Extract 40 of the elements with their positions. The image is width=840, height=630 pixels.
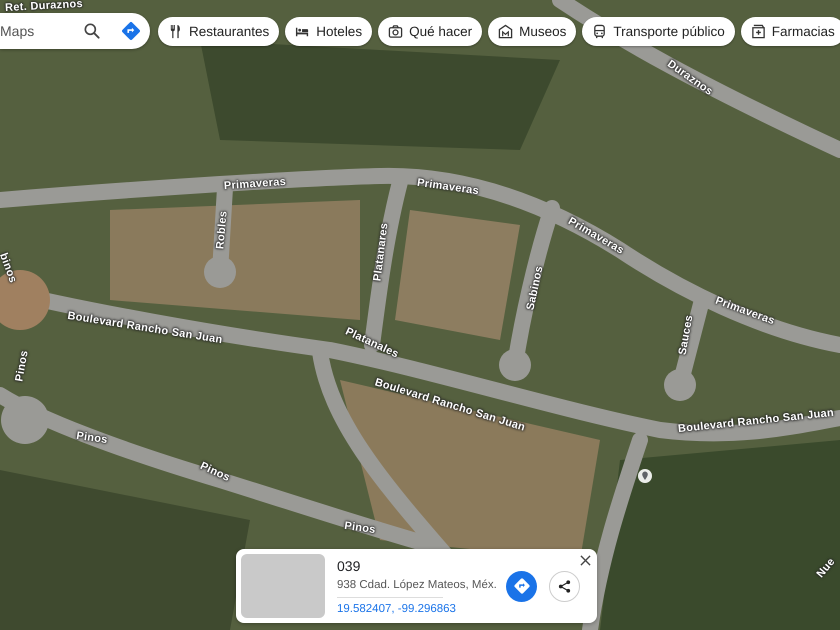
street-label: Primaveras xyxy=(224,176,286,192)
street-label: Pinos xyxy=(344,520,376,536)
category-chip[interactable]: Transporte público xyxy=(582,16,735,46)
category-chip[interactable]: Hoteles xyxy=(285,16,372,46)
cul-de-sac xyxy=(664,369,696,401)
cul-de-sac xyxy=(499,349,531,381)
close-icon xyxy=(580,555,591,566)
roundabout xyxy=(1,396,49,444)
cul-de-sac xyxy=(204,256,236,288)
museum-icon xyxy=(498,24,514,38)
share-icon xyxy=(557,578,572,594)
category-chip[interactable]: Museos xyxy=(488,16,576,46)
street-label: binos xyxy=(0,251,19,285)
category-chip[interactable]: Restaurantes xyxy=(158,16,280,46)
street-label: Ret. Duraznos xyxy=(4,0,84,14)
category-chip[interactable]: Qué hacer xyxy=(378,16,482,46)
search-field[interactable]: Maps xyxy=(0,23,78,39)
street-label: Nue xyxy=(814,556,838,580)
directions-button[interactable] xyxy=(506,570,537,602)
street-label: Boulevard Rancho San Juan xyxy=(66,310,224,346)
fork-knife-icon xyxy=(168,24,183,38)
search-icon[interactable] xyxy=(82,21,102,41)
street-label: Primaveras xyxy=(416,176,480,198)
street-label: Platanares xyxy=(371,222,391,282)
bus-icon xyxy=(592,24,608,38)
street-label: Sabinos xyxy=(524,264,546,312)
street-label: Robles xyxy=(214,210,230,250)
pharmacy-icon xyxy=(750,24,766,38)
place-address: 938 Cdad. López Mateos, Méx. xyxy=(337,578,495,590)
location-pin-icon xyxy=(637,468,653,484)
share-button[interactable] xyxy=(549,570,580,602)
camera-icon xyxy=(388,24,404,38)
street-label: Pinos xyxy=(76,430,108,446)
close-button[interactable] xyxy=(578,553,593,568)
place-title: 039 xyxy=(337,558,362,574)
street-label: Boulevard Rancho San Juan xyxy=(677,406,835,436)
coordinates-link[interactable]: 19.582407, -99.296863 xyxy=(337,602,495,614)
category-chip[interactable]: Farmacias xyxy=(740,16,840,46)
street-label: Sauces xyxy=(676,314,696,356)
street-label: Pinos xyxy=(13,349,31,383)
